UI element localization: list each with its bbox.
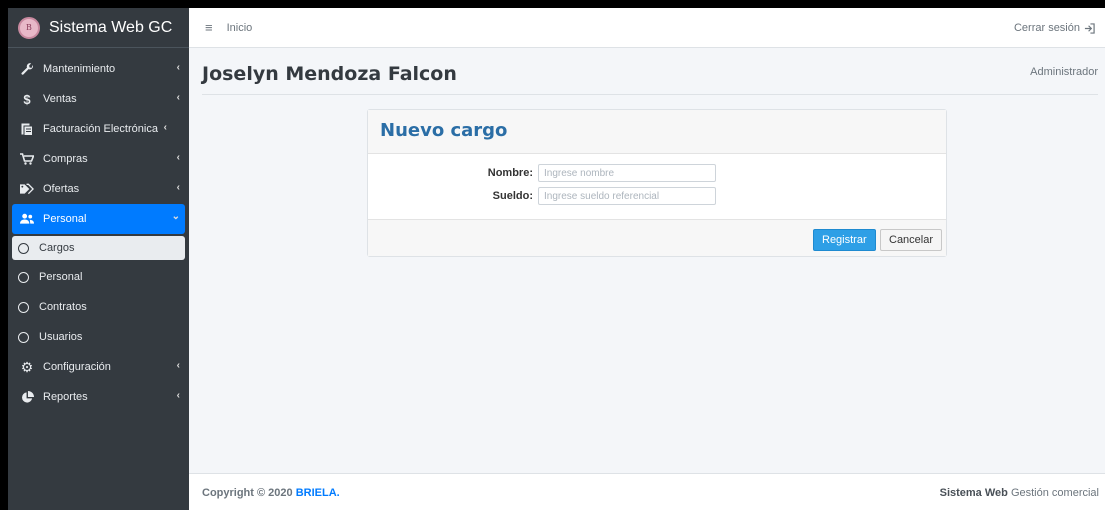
logout-label: Cerrar sesión (1013, 22, 1080, 34)
sidebar-item-ofertas[interactable]: Ofertas ‹ (8, 174, 189, 204)
sidebar-subitem-label: Usuarios (39, 331, 83, 343)
brand[interactable]: B Sistema Web GC (8, 8, 189, 48)
circle-icon (18, 301, 29, 313)
sign-out-icon (1084, 22, 1095, 34)
sidebar-item-label: Personal (43, 213, 87, 225)
new-position-form-card: Nuevo cargo Nombre: Sueldo: Registrar Ca… (367, 109, 947, 257)
chevron-left-icon: ‹ (176, 92, 180, 103)
sidebar-item-configuracion[interactable]: ⚙ Configuración ‹ (8, 352, 189, 382)
system-name-rest: Gestión comercial (1010, 487, 1099, 499)
sidebar-subitem-cargos[interactable]: Cargos (12, 236, 185, 260)
tags-icon (20, 182, 34, 196)
sidebar-item-label: Ofertas (43, 183, 80, 195)
sidebar-item-label: Mantenimiento (43, 63, 116, 75)
chevron-left-icon: ‹ (176, 390, 180, 401)
sidebar-nav: Mantenimiento ‹ $ Ventas ‹ Facturación E… (8, 48, 189, 412)
cart-icon (20, 152, 34, 166)
dollar-icon: $ (23, 91, 31, 107)
pie-chart-icon (20, 390, 34, 404)
brand-name: Sistema Web GC (49, 18, 173, 36)
system-name: Sistema Web Gestión comercial (940, 487, 1099, 499)
sidebar-item-personal[interactable]: Personal ⌄ (12, 204, 185, 234)
sidebar-subitem-contratos[interactable]: Contratos (8, 292, 189, 322)
chevron-left-icon: ‹ (176, 360, 180, 371)
sidebar-subitem-label: Personal (39, 271, 83, 283)
sidebar-subitem-usuarios[interactable]: Usuarios (8, 322, 189, 352)
users-icon (20, 212, 34, 226)
company-link[interactable]: BRIELA. (296, 487, 340, 499)
chevron-left-icon: ‹ (176, 62, 180, 73)
card-footer: Registrar Cancelar (368, 219, 946, 256)
chevron-down-icon: ⌄ (171, 211, 180, 222)
chevron-left-icon: ‹ (163, 122, 167, 133)
nombre-label: Nombre: (487, 167, 533, 179)
card-header: Nuevo cargo (368, 110, 946, 154)
circle-icon (18, 242, 29, 254)
invoice-icon (20, 122, 34, 136)
sueldo-row: Sueldo: (477, 187, 716, 205)
sidebar-item-ventas[interactable]: $ Ventas ‹ (8, 84, 189, 114)
cancelar-button[interactable]: Cancelar (880, 229, 943, 251)
top-navbar: ≡ Inicio Cerrar sesión (189, 8, 1105, 48)
brand-logo: B (18, 16, 40, 39)
sidebar-item-facturacion[interactable]: Facturación Electrónica ‹ (8, 114, 189, 144)
divider (202, 94, 1098, 95)
sidebar-item-compras[interactable]: Compras ‹ (8, 144, 189, 174)
chevron-left-icon: ‹ (176, 182, 180, 193)
sidebar: B Sistema Web GC Mantenimiento ‹ $ Venta… (8, 8, 189, 510)
gear-icon: ⚙ (20, 358, 34, 375)
page-footer: Copyright © 2020 BRIELA. Sistema Web Ges… (189, 473, 1105, 510)
system-name-bold: Sistema Web (939, 487, 1008, 499)
nombre-input[interactable] (538, 164, 716, 182)
nombre-row: Nombre: (477, 164, 716, 182)
nav-link-inicio[interactable]: Inicio (227, 22, 253, 34)
main-content: Joselyn Mendoza Falcon Administrador Nue… (189, 48, 1105, 473)
card-body: Nombre: Sueldo: (368, 154, 946, 219)
sidebar-item-label: Compras (43, 153, 88, 165)
sueldo-input[interactable] (538, 187, 716, 205)
sidebar-item-mantenimiento[interactable]: Mantenimiento ‹ (8, 54, 189, 84)
copyright: Copyright © 2020 BRIELA. (202, 487, 340, 499)
chevron-left-icon: ‹ (176, 152, 180, 163)
menu-toggle-icon[interactable]: ≡ (205, 20, 213, 35)
wrench-icon (20, 62, 34, 76)
app-window: B Sistema Web GC Mantenimiento ‹ $ Venta… (8, 8, 1105, 510)
sidebar-item-label: Reportes (43, 391, 88, 403)
sidebar-item-reportes[interactable]: Reportes ‹ (8, 382, 189, 412)
sidebar-subitem-personal[interactable]: Personal (8, 262, 189, 292)
page-title: Joselyn Mendoza Falcon (202, 63, 457, 85)
copyright-text: Copyright © 2020 (202, 487, 293, 499)
sidebar-subitem-label: Cargos (39, 242, 75, 254)
sidebar-item-label: Ventas (43, 93, 77, 105)
circle-icon (18, 331, 29, 343)
sidebar-item-label: Facturación Electrónica (43, 123, 158, 135)
sidebar-subitem-label: Contratos (39, 301, 87, 313)
logout-button[interactable]: Cerrar sesión (1014, 22, 1095, 34)
form-title: Nuevo cargo (380, 120, 508, 141)
registrar-button[interactable]: Registrar (813, 229, 876, 251)
sueldo-label: Sueldo: (492, 190, 533, 202)
sidebar-item-label: Configuración (43, 361, 111, 373)
circle-icon (18, 271, 29, 283)
user-role: Administrador (1030, 66, 1098, 78)
